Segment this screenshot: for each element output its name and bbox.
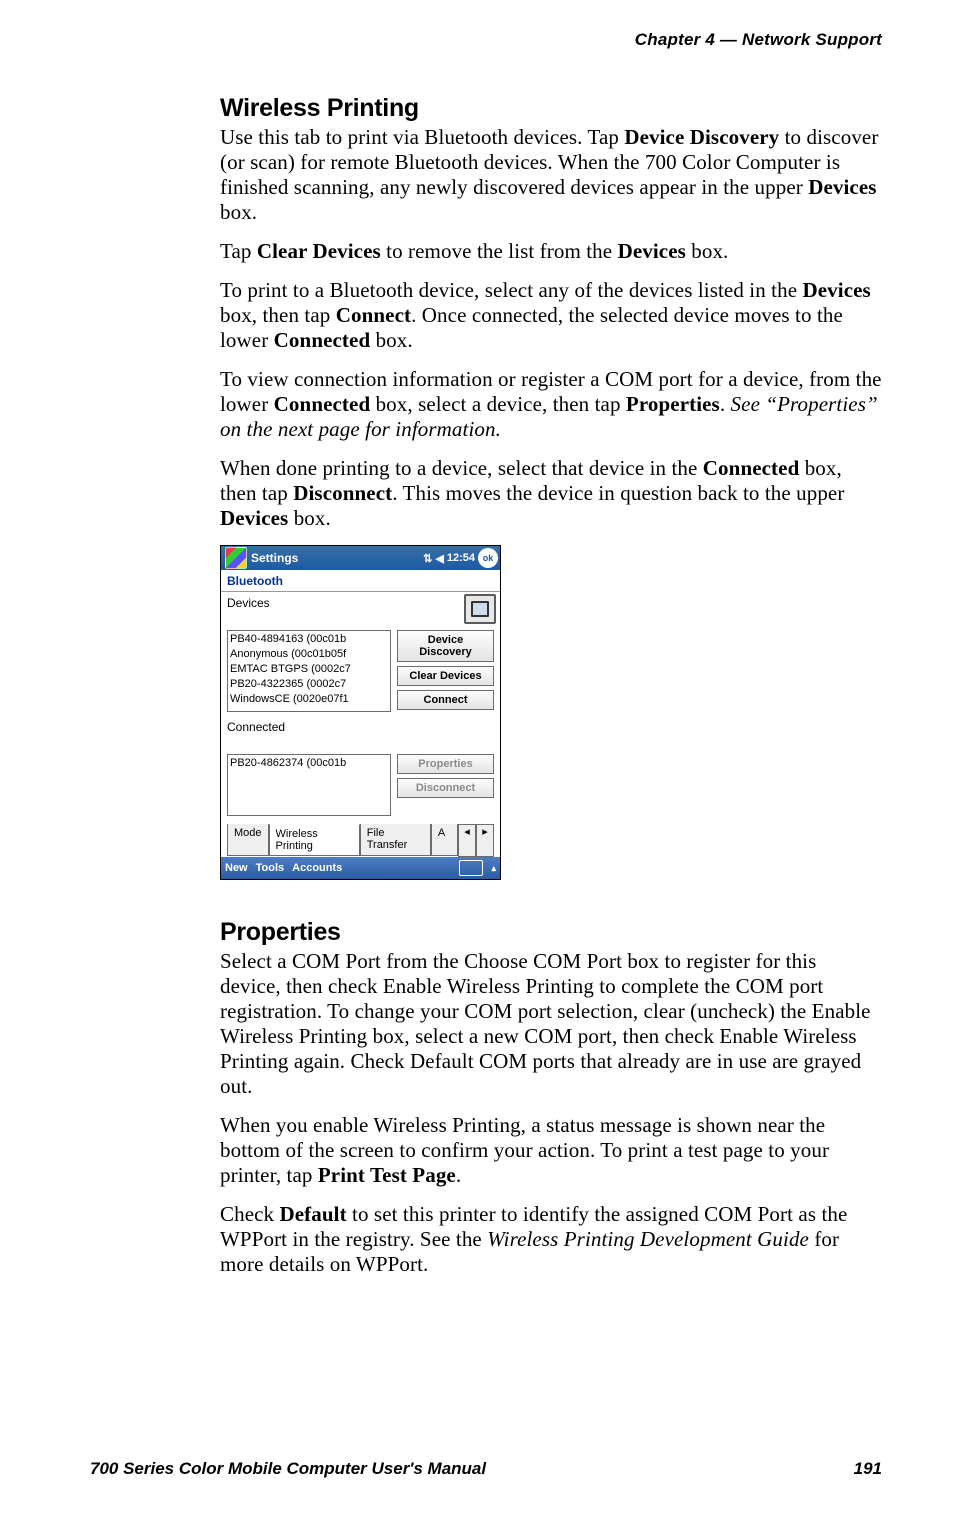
properties-button[interactable]: Properties bbox=[397, 754, 494, 774]
italic-reference: Wireless Printing Development Guide bbox=[487, 1227, 809, 1251]
tab-mode[interactable]: Mode bbox=[227, 824, 269, 856]
tab-more[interactable]: A bbox=[431, 824, 458, 856]
tab-scroll-left-icon[interactable]: ◂ bbox=[458, 825, 476, 857]
text: Tap bbox=[220, 239, 257, 263]
bold-term: Connected bbox=[274, 328, 371, 352]
start-flag-icon[interactable] bbox=[225, 547, 247, 569]
body-paragraph: When done printing to a device, select t… bbox=[220, 456, 882, 531]
clock[interactable]: 12:54 bbox=[447, 552, 475, 565]
list-item[interactable]: WindowsCE (0020e07f1 bbox=[230, 692, 388, 707]
sip-arrow-icon[interactable]: ▴ bbox=[491, 863, 496, 874]
device-discovery-button[interactable]: Device Discovery bbox=[397, 630, 494, 662]
menu-bar: New Tools Accounts ▴ bbox=[221, 857, 500, 879]
text: . This moves the device in question back… bbox=[392, 481, 844, 505]
bold-term: Devices bbox=[220, 506, 288, 530]
running-header: Chapter 4 — Network Support bbox=[90, 30, 882, 50]
clear-devices-button[interactable]: Clear Devices bbox=[397, 666, 494, 686]
bold-term: Disconnect bbox=[293, 481, 392, 505]
bold-term: Devices bbox=[803, 278, 871, 302]
section-heading-properties: Properties bbox=[220, 918, 882, 947]
list-item[interactable]: PB20-4862374 (00c01b bbox=[230, 756, 388, 771]
bold-term: Default bbox=[280, 1202, 347, 1226]
bold-term: Clear Devices bbox=[257, 239, 381, 263]
bold-term: Connected bbox=[703, 456, 800, 480]
tray-icons: ⇅ ◀ 12:54 bbox=[423, 552, 475, 565]
screens-icon[interactable] bbox=[464, 594, 496, 624]
bold-term: Connect bbox=[336, 303, 411, 327]
bold-term: Device Discovery bbox=[624, 125, 779, 149]
body-paragraph: Use this tab to print via Bluetooth devi… bbox=[220, 125, 882, 225]
sip-keyboard-icon[interactable] bbox=[459, 860, 483, 876]
menu-accounts[interactable]: Accounts bbox=[292, 862, 342, 874]
screen-heading: Bluetooth bbox=[221, 570, 500, 591]
list-item[interactable]: EMTAC BTGPS (0002c7 bbox=[230, 662, 388, 677]
ok-button[interactable]: ok bbox=[478, 548, 498, 568]
text: When you enable Wireless Printing, a sta… bbox=[220, 1113, 829, 1187]
body-paragraph: Select a COM Port from the Choose COM Po… bbox=[220, 949, 882, 1099]
body-paragraph: To view connection information or regist… bbox=[220, 367, 882, 442]
footer-manual-title: 700 Series Color Mobile Computer User's … bbox=[90, 1459, 486, 1479]
title-bar: Settings ⇅ ◀ 12:54 ok bbox=[221, 546, 500, 570]
list-item[interactable]: PB40-4894163 (00c01b bbox=[230, 632, 388, 647]
text: box. bbox=[686, 239, 729, 263]
bold-term: Devices bbox=[618, 239, 686, 263]
bold-term: Print Test Page bbox=[318, 1163, 456, 1187]
tab-scroll-right-icon[interactable]: ▸ bbox=[476, 825, 494, 857]
devices-listbox[interactable]: PB40-4894163 (00c01b Anonymous (00c01b05… bbox=[227, 630, 391, 712]
text: box. bbox=[370, 328, 413, 352]
connected-label: Connected bbox=[227, 720, 494, 734]
list-item[interactable]: Anonymous (00c01b05f bbox=[230, 647, 388, 662]
disconnect-button[interactable]: Disconnect bbox=[397, 778, 494, 798]
tab-bar: Mode Wireless Printing File Transfer A ◂… bbox=[227, 824, 494, 857]
text: When done printing to a device, select t… bbox=[220, 456, 703, 480]
connect-button[interactable]: Connect bbox=[397, 690, 494, 710]
button-label: Device bbox=[400, 634, 491, 646]
tab-wireless-printing[interactable]: Wireless Printing bbox=[269, 824, 360, 856]
tab-file-transfer[interactable]: File Transfer bbox=[360, 824, 431, 856]
list-item[interactable]: PB20-4322365 (0002c7 bbox=[230, 677, 388, 692]
body-paragraph: Check Default to set this printer to ide… bbox=[220, 1202, 882, 1277]
devices-label: Devices bbox=[227, 596, 494, 610]
connected-listbox[interactable]: PB20-4862374 (00c01b bbox=[227, 754, 391, 816]
button-label: Discovery bbox=[400, 646, 491, 658]
body-paragraph: To print to a Bluetooth device, select a… bbox=[220, 278, 882, 353]
menu-new[interactable]: New bbox=[225, 862, 248, 874]
embedded-screenshot: Settings ⇅ ◀ 12:54 ok Bluetooth Devices … bbox=[220, 545, 501, 880]
text: Check bbox=[220, 1202, 280, 1226]
text: box, select a device, then tap bbox=[370, 392, 626, 416]
footer-page-number: 191 bbox=[854, 1459, 882, 1479]
text: To print to a Bluetooth device, select a… bbox=[220, 278, 803, 302]
menu-tools[interactable]: Tools bbox=[256, 862, 285, 874]
bold-term: Devices bbox=[808, 175, 876, 199]
text: box. bbox=[288, 506, 331, 530]
body-paragraph: When you enable Wireless Printing, a sta… bbox=[220, 1113, 882, 1188]
window-title: Settings bbox=[251, 551, 423, 565]
text: box, then tap bbox=[220, 303, 336, 327]
text: . bbox=[720, 392, 731, 416]
speaker-icon[interactable]: ◀ bbox=[435, 552, 443, 565]
text: . bbox=[456, 1163, 461, 1187]
text: to remove the list from the bbox=[381, 239, 618, 263]
bold-term: Connected bbox=[274, 392, 371, 416]
connectivity-icon[interactable]: ⇅ bbox=[423, 552, 432, 565]
body-paragraph: Tap Clear Devices to remove the list fro… bbox=[220, 239, 882, 264]
bold-term: Properties bbox=[626, 392, 720, 416]
text: Use this tab to print via Bluetooth devi… bbox=[220, 125, 624, 149]
text: box. bbox=[220, 200, 257, 224]
section-heading-wireless-printing: Wireless Printing bbox=[220, 94, 882, 123]
